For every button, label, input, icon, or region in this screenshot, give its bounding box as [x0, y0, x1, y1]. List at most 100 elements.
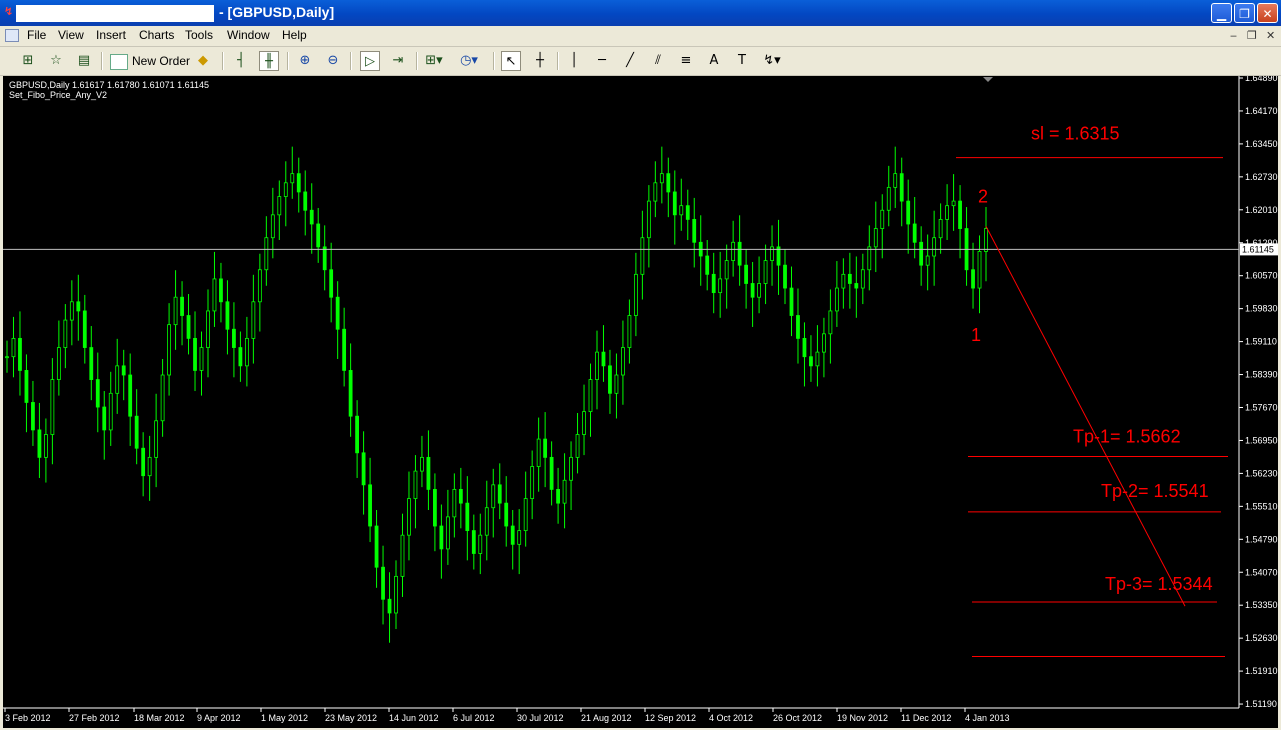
candle-body [420, 456, 424, 472]
time-tick-label: 30 Jul 2012 [517, 713, 564, 723]
menu-window[interactable]: Window [227, 28, 270, 42]
candle-body [951, 200, 956, 207]
candle-body [69, 301, 74, 321]
cursor-icon[interactable]: ↖ [501, 51, 521, 71]
close-button[interactable]: ✕ [1257, 3, 1278, 23]
menu-file[interactable]: File [27, 28, 46, 42]
mdi-minimize-icon[interactable]: ‒ [1230, 29, 1237, 42]
trendline-icon[interactable]: ╱ [620, 51, 640, 71]
price-tick-label: 1.59830 [1245, 304, 1278, 314]
chart-shift-marker[interactable] [983, 77, 993, 82]
chart-header: GBPUSD,Daily 1.61617 1.61780 1.61071 1.6… [9, 80, 209, 100]
candle-body [588, 379, 593, 413]
candle-body [154, 420, 159, 458]
indicators-icon[interactable]: ⊞▾ [424, 51, 444, 71]
chart-shift-icon[interactable]: ⇥ [388, 51, 408, 71]
equidistant-channel-icon[interactable]: ⫽ [648, 51, 668, 71]
new-chart-icon[interactable]: ⊞ [18, 51, 38, 71]
candle-body [56, 347, 61, 380]
candle-body [705, 255, 710, 275]
candle-body [822, 333, 826, 353]
indicator-name: Set_Fibo_Price_Any_V2 [9, 90, 108, 100]
candle-body [296, 173, 301, 193]
price-chart[interactable]: 1.648901.641701.634501.627301.620101.612… [3, 76, 1278, 728]
candle-body [886, 186, 891, 211]
document-icon[interactable] [5, 29, 19, 42]
candle-body [89, 347, 94, 380]
candle-body [439, 525, 444, 550]
candle-body [504, 502, 509, 527]
candle-body [219, 278, 223, 303]
candle-body [31, 402, 35, 431]
candle-body [134, 415, 139, 449]
bar-chart-icon[interactable]: ┤ [231, 51, 251, 71]
candle-body [193, 337, 197, 371]
menu-insert[interactable]: Insert [96, 28, 126, 42]
candle-body [37, 429, 42, 458]
fibonacci-icon[interactable]: ≡ [676, 51, 696, 71]
candle-body [387, 598, 392, 614]
candle-body [530, 466, 535, 499]
text-label-icon[interactable]: T [732, 51, 752, 71]
auto-scroll-icon[interactable]: ▷ [360, 51, 380, 71]
candle-body [932, 237, 937, 257]
market-watch-icon[interactable]: ▤ [74, 51, 94, 71]
price-tick-label: 1.56230 [1245, 468, 1278, 478]
trend-line[interactable] [985, 226, 1186, 607]
candle-body [783, 264, 787, 289]
candle-body [426, 456, 431, 490]
candle-body [244, 337, 249, 367]
candle-body [640, 237, 645, 275]
candlestick-icon[interactable]: ╫ [259, 51, 279, 71]
candle-body [413, 470, 418, 499]
price-tick-label: 1.64890 [1245, 76, 1278, 83]
candle-body [381, 566, 385, 600]
fib-level-label: Tp-1= 1.5662 [1073, 426, 1181, 446]
candle-body [167, 324, 171, 376]
chart-area[interactable]: 1.64890 1.64170 1.63450 1.62730 1.62010 1.612… [3, 76, 1278, 728]
minimize-button[interactable]: ▁ [1211, 3, 1232, 23]
text-icon[interactable]: A [704, 51, 724, 71]
candle-body [737, 241, 742, 266]
candle-body [510, 525, 515, 545]
menu-view[interactable]: View [58, 28, 84, 42]
fib-level-label: sl = 1.6315 [1031, 124, 1120, 144]
crosshair-icon[interactable]: ┼ [530, 51, 550, 71]
candle-body [731, 241, 736, 261]
candle-body [536, 438, 541, 467]
toolbar-separator [416, 52, 418, 70]
arrows-icon[interactable]: ↯▾ [762, 51, 782, 71]
profiles-icon[interactable]: ☆ [46, 51, 66, 71]
horizontal-line-icon[interactable]: ─ [592, 51, 612, 71]
time-tick-label: 27 Feb 2012 [69, 713, 120, 723]
candle-body [867, 246, 872, 271]
candle-body [633, 273, 638, 316]
menu-charts[interactable]: Charts [139, 28, 174, 42]
menu-help[interactable]: Help [282, 28, 307, 42]
mdi-close-icon[interactable]: ✕ [1266, 29, 1275, 42]
candle-body [945, 205, 949, 220]
vertical-line-icon[interactable]: │ [564, 51, 584, 71]
candle-body [880, 209, 885, 229]
candle-body [484, 507, 489, 536]
candle-body [180, 296, 184, 316]
candle-body [251, 301, 256, 339]
candle-body [225, 301, 230, 330]
candle-body [854, 283, 859, 289]
time-tick-label: 14 Jun 2012 [389, 713, 439, 723]
candle-body [277, 196, 282, 216]
candle-body [984, 228, 988, 252]
candle-body [938, 219, 943, 239]
candle-body [238, 347, 243, 367]
candle-body [102, 406, 107, 431]
maximize-button[interactable]: ❐ [1234, 3, 1255, 23]
zoom-out-icon[interactable]: ⊖ [323, 51, 343, 71]
expert-advisors-icon[interactable]: ◆ [193, 51, 213, 71]
new-order-button[interactable]: New Order [110, 51, 190, 71]
menu-tools[interactable]: Tools [185, 28, 213, 42]
point-label-1: 1 [971, 325, 981, 345]
mdi-restore-icon[interactable]: ❐ [1247, 29, 1257, 42]
candle-body [685, 205, 690, 220]
zoom-in-icon[interactable]: ⊕ [295, 51, 315, 71]
periods-icon[interactable]: ◷▾ [459, 51, 479, 71]
